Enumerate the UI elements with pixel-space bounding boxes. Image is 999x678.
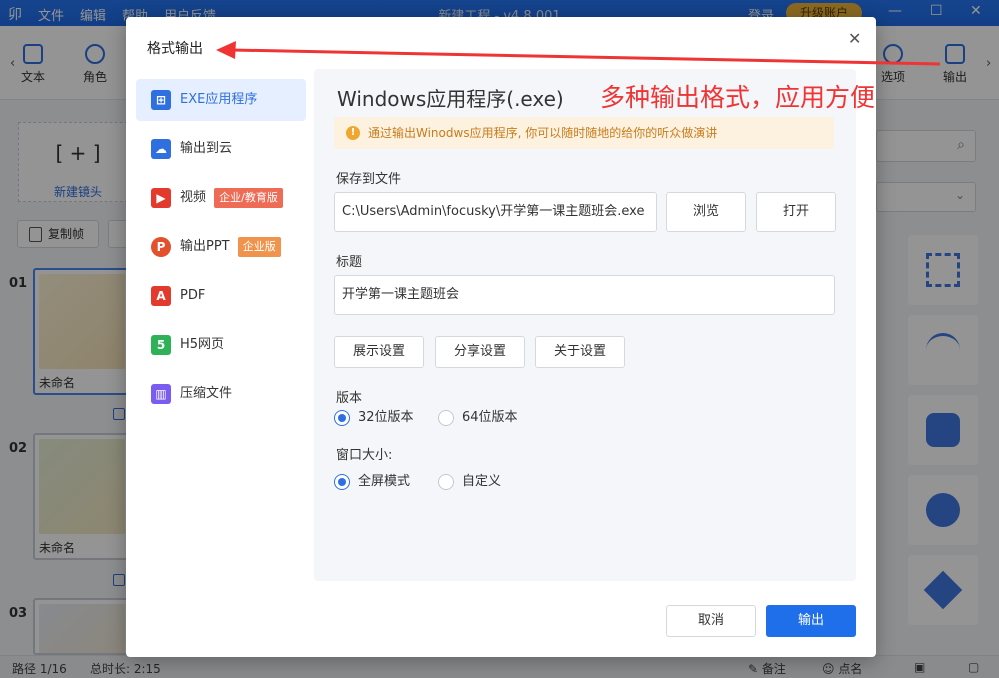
video-icon: ▶ xyxy=(151,188,171,208)
save-to-file-label: 保存到文件 xyxy=(336,172,402,187)
edition-badge: 企业版 xyxy=(237,236,281,257)
version-32bit-label: 32位版本 xyxy=(358,410,414,425)
zip-icon: ▥ xyxy=(151,384,171,404)
share-settings-button[interactable]: 分享设置 xyxy=(435,336,525,368)
exe-settings-panel: Windows应用程序(.exe) ! 通过输出Winodws应用程序, 你可以… xyxy=(314,69,856,581)
radio-dot xyxy=(438,474,454,490)
pdf-icon: A xyxy=(151,286,171,306)
radio-dot xyxy=(334,410,350,426)
nav-h5-label: H5网页 xyxy=(180,337,225,352)
display-settings-button[interactable]: 展示设置 xyxy=(334,336,424,368)
version-label: 版本 xyxy=(336,391,363,406)
cloud-icon: ☁ xyxy=(151,139,171,159)
nav-video[interactable]: ▶ 视频 企业/教育版 xyxy=(136,177,306,219)
notice-text: 通过输出Winodws应用程序, 你可以随时随地的给你的听众做演讲 xyxy=(368,126,718,140)
format-nav: ⊞ EXE应用程序 ☁ 输出到云 ▶ 视频 企业/教育版 P 输出PPT 企业版… xyxy=(136,79,306,422)
custom-size-label: 自定义 xyxy=(462,474,502,489)
title-label: 标题 xyxy=(336,255,363,270)
fullscreen-label: 全屏模式 xyxy=(358,474,411,489)
window-size-label: 窗口大小: xyxy=(336,448,393,463)
nav-h5[interactable]: 5 H5网页 xyxy=(136,324,306,366)
title-input[interactable]: 开学第一课主题班会 xyxy=(334,275,835,315)
nav-zip[interactable]: ▥ 压缩文件 xyxy=(136,373,306,415)
info-icon: ! xyxy=(346,126,360,140)
browse-button[interactable]: 浏览 xyxy=(666,192,746,232)
nav-cloud-label: 输出到云 xyxy=(180,141,233,156)
radio-dot xyxy=(438,410,454,426)
nav-ppt[interactable]: P 输出PPT 企业版 xyxy=(136,226,306,268)
open-button[interactable]: 打开 xyxy=(756,192,836,232)
nav-pdf-label: PDF xyxy=(180,288,206,303)
custom-size-radio[interactable]: 自定义 xyxy=(438,474,501,490)
nav-video-label: 视频 xyxy=(180,190,207,205)
radio-dot xyxy=(334,474,350,490)
nav-cloud[interactable]: ☁ 输出到云 xyxy=(136,128,306,170)
version-32bit-radio[interactable]: 32位版本 xyxy=(334,410,414,426)
nav-pdf[interactable]: A PDF xyxy=(136,275,306,317)
cancel-button[interactable]: 取消 xyxy=(666,605,756,637)
annotation-text: 多种输出格式，应用方便 xyxy=(600,83,876,112)
edition-badge: 企业/教育版 xyxy=(214,187,283,208)
version-64bit-label: 64位版本 xyxy=(462,410,518,425)
nav-ppt-label: 输出PPT xyxy=(180,239,230,254)
export-button[interactable]: 输出 xyxy=(766,605,856,637)
version-64bit-radio[interactable]: 64位版本 xyxy=(438,410,518,426)
save-path-input[interactable]: C:\Users\Admin\focusky\开学第一课主题班会.exe xyxy=(334,192,657,232)
fullscreen-radio[interactable]: 全屏模式 xyxy=(334,474,410,490)
nav-zip-label: 压缩文件 xyxy=(180,386,233,401)
html5-icon: 5 xyxy=(151,335,171,355)
info-notice: ! 通过输出Winodws应用程序, 你可以随时随地的给你的听众做演讲 xyxy=(334,117,834,149)
ppt-icon: P xyxy=(151,237,171,257)
about-settings-button[interactable]: 关于设置 xyxy=(535,336,625,368)
